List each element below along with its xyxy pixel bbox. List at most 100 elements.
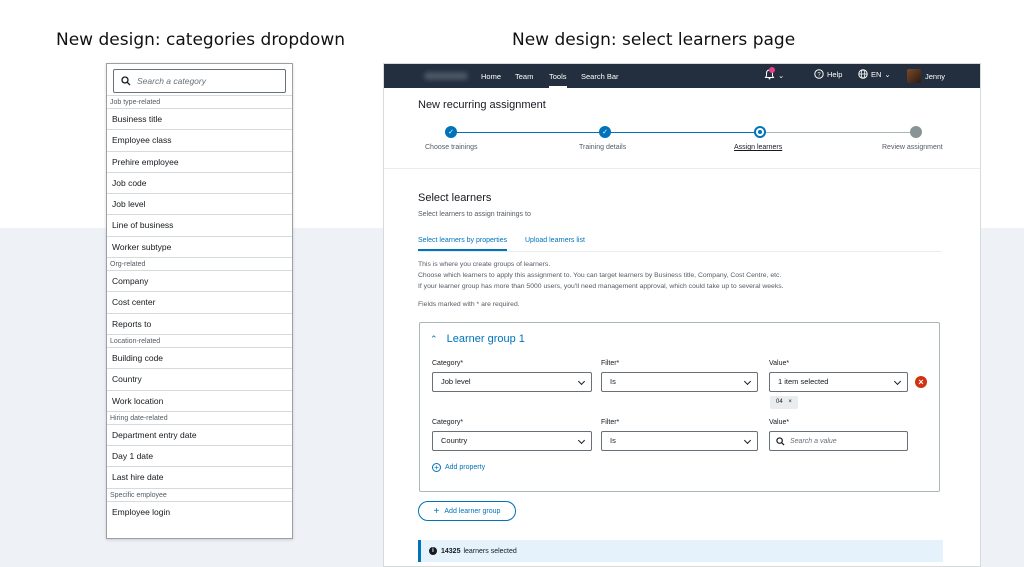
group-header: Org-related bbox=[107, 257, 292, 270]
dropdown-option[interactable]: Line of business bbox=[107, 214, 292, 235]
step-complete-icon: ✓ bbox=[445, 126, 457, 138]
search-icon bbox=[121, 76, 131, 86]
add-property-button[interactable]: + Add property bbox=[432, 463, 485, 472]
user-name: Jenny bbox=[925, 71, 946, 81]
value-search-input[interactable]: Search a value bbox=[769, 431, 908, 451]
value-label: Value* bbox=[769, 360, 790, 367]
dropdown-option[interactable]: Cost center bbox=[107, 291, 292, 312]
chevron-down-icon bbox=[743, 377, 752, 386]
chevron-up-icon: ⌃ bbox=[430, 334, 438, 344]
step-label[interactable]: Review assignment bbox=[882, 144, 943, 151]
filter-select[interactable]: Is bbox=[601, 431, 758, 451]
nav-search-bar[interactable]: Search Bar bbox=[581, 72, 619, 81]
dropdown-option[interactable]: Business title bbox=[107, 108, 292, 129]
nav-team[interactable]: Team bbox=[515, 72, 533, 81]
dropdown-option[interactable]: Department entry date bbox=[107, 423, 292, 445]
category-select[interactable]: Job level bbox=[432, 372, 592, 392]
dropdown-option[interactable]: Reports to bbox=[107, 312, 292, 334]
dropdown-option[interactable]: Worker subtype bbox=[107, 235, 292, 257]
filter-label: Filter* bbox=[601, 360, 620, 367]
logo bbox=[424, 72, 468, 80]
step-connector bbox=[611, 132, 755, 133]
dropdown-option[interactable]: Job level bbox=[107, 193, 292, 214]
add-property-label: Add property bbox=[445, 464, 486, 471]
help-button[interactable]: ? Help bbox=[814, 69, 842, 79]
chevron-down-icon bbox=[577, 377, 586, 386]
tab-select-by-properties[interactable]: Select learners by properties bbox=[418, 237, 508, 251]
chevron-down-icon bbox=[893, 377, 902, 386]
category-value: Job level bbox=[441, 377, 471, 386]
step-label[interactable]: Training details bbox=[579, 144, 626, 151]
step-connector bbox=[765, 132, 910, 133]
chevron-down-icon: ⌄ bbox=[884, 69, 891, 79]
remove-property-icon[interactable]: × bbox=[915, 376, 927, 388]
learner-group-title: Learner group 1 bbox=[446, 333, 525, 345]
section-title: Select learners bbox=[418, 192, 492, 204]
step-pending-icon bbox=[910, 126, 922, 138]
dropdown-option[interactable]: Employee login bbox=[107, 500, 292, 522]
dropdown-option[interactable]: Job code bbox=[107, 171, 292, 193]
group-header: Hiring date-related bbox=[107, 410, 292, 424]
token-label: 04 bbox=[776, 399, 783, 405]
left-heading: New design: categories dropdown bbox=[56, 30, 345, 50]
learners-selected-banner: i 14325 learners selected bbox=[418, 540, 943, 562]
help-icon: ? bbox=[814, 69, 824, 79]
dropdown-option[interactable]: Day 1 date bbox=[107, 445, 292, 466]
dropdown-option[interactable]: Last hire date bbox=[107, 466, 292, 487]
chevron-down-icon bbox=[743, 436, 752, 445]
select-learners-page: Home Team Tools Search Bar ⌄ ? Help EN ⌄… bbox=[383, 63, 981, 567]
description-line: If your learner group has more than 5000… bbox=[418, 283, 784, 290]
learner-group-header[interactable]: ⌃ Learner group 1 bbox=[430, 333, 525, 345]
dropdown-option[interactable]: Country bbox=[107, 368, 292, 389]
dropdown-option[interactable]: Employee class bbox=[107, 129, 292, 150]
dropdown-option[interactable]: Work location bbox=[107, 389, 292, 411]
divider bbox=[384, 168, 980, 169]
group-header: Specific employee bbox=[107, 487, 292, 501]
tabs-divider bbox=[418, 251, 942, 252]
filter-select[interactable]: Is bbox=[601, 372, 758, 392]
search-icon bbox=[776, 436, 785, 446]
value-summary: 1 item selected bbox=[778, 377, 829, 386]
filter-value: Is bbox=[610, 436, 616, 445]
description-line: Choose which learners to apply this assi… bbox=[418, 272, 782, 279]
step-current-icon bbox=[754, 126, 766, 138]
value-multiselect[interactable]: 1 item selected bbox=[769, 372, 908, 392]
close-icon[interactable]: × bbox=[788, 399, 792, 405]
category-value: Country bbox=[441, 436, 468, 445]
nav-tools[interactable]: Tools bbox=[549, 72, 567, 88]
selected-label: learners selected bbox=[463, 547, 517, 555]
step-label[interactable]: Choose trainings bbox=[425, 144, 478, 151]
avatar bbox=[907, 69, 921, 83]
step-complete-icon: ✓ bbox=[599, 126, 611, 138]
filter-label: Filter* bbox=[601, 419, 620, 426]
dropdown-option[interactable]: Company bbox=[107, 270, 292, 291]
tab-upload-learners-list[interactable]: Upload learners list bbox=[525, 237, 585, 244]
value-token[interactable]: 04 × bbox=[770, 396, 798, 409]
plus-icon: + bbox=[432, 463, 441, 472]
top-navigation: Home Team Tools Search Bar ⌄ ? Help EN ⌄… bbox=[384, 64, 980, 88]
language-selector[interactable]: EN ⌄ bbox=[858, 69, 891, 79]
plus-icon: + bbox=[433, 505, 440, 517]
dropdown-option[interactable]: Building code bbox=[107, 346, 292, 368]
globe-icon bbox=[858, 69, 868, 79]
value-label: Value* bbox=[769, 419, 790, 426]
selected-count: 14325 bbox=[441, 547, 461, 555]
chevron-down-icon bbox=[577, 436, 586, 445]
language-label: EN bbox=[871, 69, 882, 79]
section-subtitle: Select learners to assign trainings to bbox=[418, 211, 531, 218]
add-learner-group-button[interactable]: + Add learner group bbox=[418, 501, 516, 521]
dropdown-option[interactable]: Prehire employee bbox=[107, 150, 292, 172]
add-learner-group-label: Add learner group bbox=[444, 507, 501, 515]
step-label[interactable]: Assign learners bbox=[734, 144, 782, 151]
group-header: Location-related bbox=[107, 333, 292, 347]
notifications-button[interactable]: ⌄ bbox=[764, 67, 784, 82]
category-search-input[interactable]: Search a category bbox=[113, 69, 286, 93]
nav-home[interactable]: Home bbox=[481, 72, 501, 81]
category-label: Category* bbox=[432, 360, 464, 367]
group-header: Job type-related bbox=[107, 95, 292, 108]
learner-group-panel: ⌃ Learner group 1 Category* Filter* Valu… bbox=[419, 322, 940, 492]
categories-dropdown: Search a category Job type-related Busin… bbox=[106, 63, 293, 539]
info-icon: i bbox=[429, 547, 437, 555]
user-menu[interactable]: Jenny bbox=[907, 69, 945, 83]
category-select[interactable]: Country bbox=[432, 431, 592, 451]
